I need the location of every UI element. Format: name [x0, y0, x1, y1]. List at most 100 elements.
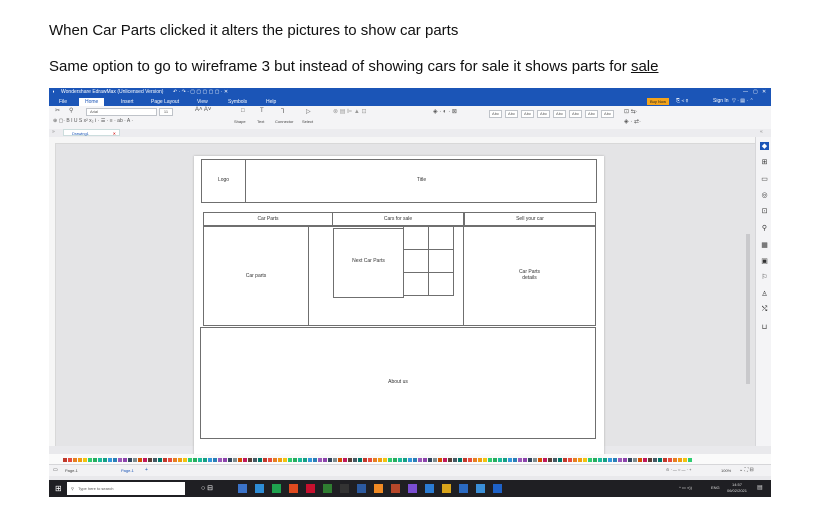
color-swatch[interactable]	[533, 458, 537, 462]
color-swatch[interactable]	[403, 458, 407, 462]
color-swatch[interactable]	[83, 458, 87, 462]
zoom-level[interactable]: 100%	[721, 468, 731, 473]
clock-date[interactable]: 06/02/2021	[725, 488, 749, 493]
color-swatch[interactable]	[458, 458, 462, 462]
color-swatch[interactable]	[583, 458, 587, 462]
style-gallery[interactable]: Abc Abc Abc Abc Abc Abc Abc Abc	[489, 110, 617, 119]
color-swatch[interactable]	[648, 458, 652, 462]
color-swatch[interactable]	[658, 458, 662, 462]
color-swatch[interactable]	[218, 458, 222, 462]
thumbnail-5[interactable]	[403, 272, 429, 296]
taskbar-app-icon-11[interactable]	[408, 484, 417, 493]
expand-panel-icon[interactable]: «	[760, 129, 763, 135]
taskbar-app-icon-8[interactable]	[357, 484, 366, 493]
color-swatch[interactable]	[408, 458, 412, 462]
color-swatch[interactable]	[618, 458, 622, 462]
table-panel-icon[interactable]: ▦	[760, 241, 769, 249]
color-swatch[interactable]	[653, 458, 657, 462]
color-swatch[interactable]	[168, 458, 172, 462]
color-swatch[interactable]	[503, 458, 507, 462]
color-swatch[interactable]	[188, 458, 192, 462]
arrange-icons[interactable]: ⊗ ▤ ⊫ ▲ ⊡	[333, 108, 367, 115]
taskbar-app-icon-10[interactable]	[391, 484, 400, 493]
color-swatch[interactable]	[613, 458, 617, 462]
color-swatch[interactable]	[328, 458, 332, 462]
color-swatch[interactable]	[548, 458, 552, 462]
color-swatch[interactable]	[73, 458, 77, 462]
format-painter-icon[interactable]: ⚲	[69, 107, 73, 114]
color-swatch[interactable]	[198, 458, 202, 462]
color-swatch[interactable]	[633, 458, 637, 462]
color-swatch[interactable]	[103, 458, 107, 462]
taskbar-app-icon-4[interactable]	[289, 484, 298, 493]
shape-icon[interactable]: □	[241, 108, 245, 114]
thumbnail-2[interactable]	[428, 226, 454, 250]
color-swatch[interactable]	[193, 458, 197, 462]
language-indicator[interactable]: ENG	[711, 485, 720, 490]
color-swatch[interactable]	[518, 458, 522, 462]
menu-help[interactable]: Help	[260, 98, 282, 106]
color-swatch[interactable]	[148, 458, 152, 462]
zoom-controls[interactable]: ⊙ · — ○ — · +	[666, 467, 691, 472]
color-swatch[interactable]	[433, 458, 437, 462]
color-swatch[interactable]	[208, 458, 212, 462]
color-swatch[interactable]	[668, 458, 672, 462]
color-swatch[interactable]	[598, 458, 602, 462]
color-swatch[interactable]	[348, 458, 352, 462]
color-swatch[interactable]	[443, 458, 447, 462]
color-swatch[interactable]	[183, 458, 187, 462]
taskbar-app-icon-16[interactable]	[493, 484, 502, 493]
color-swatch[interactable]	[588, 458, 592, 462]
text-icon[interactable]: T	[260, 108, 264, 114]
color-swatch[interactable]	[528, 458, 532, 462]
attachment-panel-icon[interactable]: ⚐	[760, 273, 769, 281]
color-swatch[interactable]	[243, 458, 247, 462]
document-tab[interactable]: Drawing1 ✕	[63, 129, 120, 136]
system-tray-icons[interactable]: ^ ▭ ◖))	[679, 485, 692, 490]
clock-time[interactable]: 14:57	[725, 482, 749, 487]
color-swatch[interactable]	[323, 458, 327, 462]
color-swatch[interactable]	[268, 458, 272, 462]
color-swatch[interactable]	[333, 458, 337, 462]
buy-now-button[interactable]: Buy Now	[647, 98, 669, 105]
color-swatch[interactable]	[173, 458, 177, 462]
color-swatch[interactable]	[343, 458, 347, 462]
color-swatch[interactable]	[483, 458, 487, 462]
color-swatch[interactable]	[448, 458, 452, 462]
page-view-icon[interactable]: ▭	[53, 467, 58, 473]
color-swatch[interactable]	[98, 458, 102, 462]
user-icon[interactable]: ▽ · ▤ · ⌃	[732, 98, 754, 104]
color-swatch[interactable]	[563, 458, 567, 462]
color-swatch[interactable]	[553, 458, 557, 462]
color-swatch[interactable]	[578, 458, 582, 462]
quick-access-icons[interactable]: ↶ · ↷ · ▢ ▢ ▢ ▢ ▢ · ✕	[173, 89, 228, 95]
color-swatch[interactable]	[93, 458, 97, 462]
thumbnail-3[interactable]	[403, 249, 429, 273]
color-swatch[interactable]	[643, 458, 647, 462]
color-swatch[interactable]	[203, 458, 207, 462]
color-swatch[interactable]	[118, 458, 122, 462]
page-selector[interactable]: Page-1	[65, 468, 78, 473]
image-panel-icon[interactable]: ▣	[760, 257, 769, 265]
color-swatch[interactable]	[213, 458, 217, 462]
color-swatch[interactable]	[543, 458, 547, 462]
color-swatch[interactable]	[423, 458, 427, 462]
color-swatch[interactable]	[508, 458, 512, 462]
grid-panel-icon[interactable]: ⊞	[760, 158, 769, 166]
color-swatch[interactable]	[498, 458, 502, 462]
color-swatch[interactable]	[68, 458, 72, 462]
taskbar-app-icon-9[interactable]	[374, 484, 383, 493]
thumbnail-4[interactable]	[428, 249, 454, 273]
color-swatch[interactable]	[108, 458, 112, 462]
color-swatch[interactable]	[358, 458, 362, 462]
color-swatch[interactable]	[143, 458, 147, 462]
taskbar-app-icon-6[interactable]	[323, 484, 332, 493]
color-swatch[interactable]	[303, 458, 307, 462]
color-swatch[interactable]	[453, 458, 457, 462]
menu-home[interactable]: Home	[79, 98, 105, 106]
data-panel-icon[interactable]: ⊡	[760, 207, 769, 215]
color-swatch[interactable]	[383, 458, 387, 462]
menu-view[interactable]: View	[191, 98, 214, 106]
color-swatch[interactable]	[298, 458, 302, 462]
color-swatch[interactable]	[223, 458, 227, 462]
